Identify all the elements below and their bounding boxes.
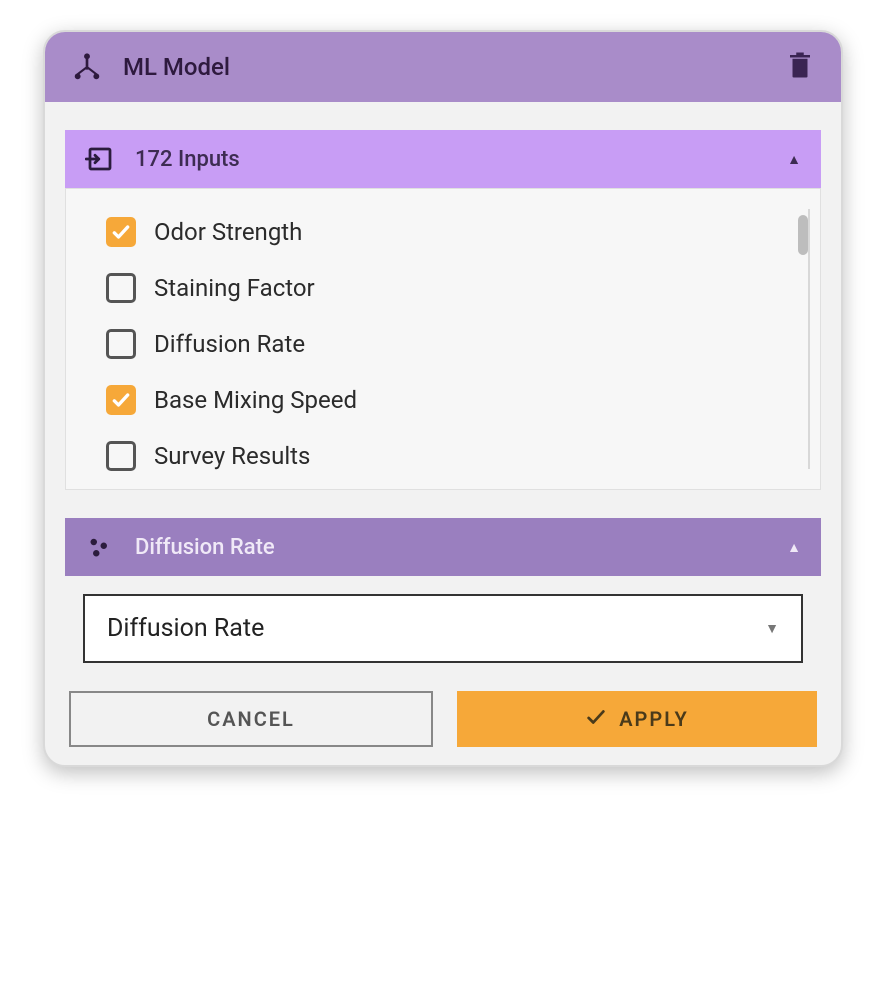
scrollbar-track: [808, 209, 810, 469]
input-label: Survey Results: [154, 442, 310, 470]
check-icon: [585, 706, 607, 733]
input-row: Base Mixing Speed: [106, 385, 768, 415]
output-select[interactable]: Diffusion Rate ▼: [83, 594, 803, 663]
output-select-value: Diffusion Rate: [107, 614, 765, 643]
input-checkbox[interactable]: [106, 441, 136, 471]
cancel-label: CANCEL: [207, 707, 295, 731]
inputs-section-label: 172 Inputs: [135, 147, 787, 172]
ml-model-panel: ML Model 172 Inputs ▲ Odor Strength Stain…: [43, 30, 843, 767]
cancel-button[interactable]: CANCEL: [69, 691, 433, 747]
input-label: Staining Factor: [154, 274, 315, 302]
panel-title: ML Model: [123, 53, 785, 81]
inputs-list-container: Odor Strength Staining Factor Diffusion Ra…: [65, 188, 821, 490]
collapse-icon: ▲: [787, 539, 801, 556]
model-icon: [71, 51, 103, 83]
panel-header: ML Model: [45, 32, 841, 102]
output-section: Diffusion Rate ▲ Diffusion Rate ▼: [65, 518, 821, 663]
input-checkbox[interactable]: [106, 273, 136, 303]
output-section-label: Diffusion Rate: [135, 535, 787, 560]
input-row: Odor Strength: [106, 217, 768, 247]
delete-icon[interactable]: [785, 50, 815, 84]
scrollbar-thumb[interactable]: [798, 215, 808, 255]
input-icon: [85, 144, 115, 174]
input-checkbox[interactable]: [106, 217, 136, 247]
input-label: Base Mixing Speed: [154, 386, 357, 414]
inputs-section: 172 Inputs ▲ Odor Strength Staining Facto…: [65, 130, 821, 490]
chevron-down-icon: ▼: [765, 620, 779, 637]
panel-body: 172 Inputs ▲ Odor Strength Staining Facto…: [45, 102, 841, 765]
output-section-header[interactable]: Diffusion Rate ▲: [65, 518, 821, 576]
input-checkbox[interactable]: [106, 385, 136, 415]
action-buttons: CANCEL APPLY: [65, 691, 821, 747]
collapse-icon: ▲: [787, 151, 801, 168]
apply-label: APPLY: [619, 707, 689, 731]
input-row: Survey Results: [106, 441, 768, 471]
input-label: Odor Strength: [154, 218, 302, 246]
scatter-icon: [85, 532, 115, 562]
input-row: Diffusion Rate: [106, 329, 768, 359]
input-row: Staining Factor: [106, 273, 768, 303]
inputs-section-header[interactable]: 172 Inputs ▲: [65, 130, 821, 188]
input-label: Diffusion Rate: [154, 330, 305, 358]
input-checkbox[interactable]: [106, 329, 136, 359]
apply-button[interactable]: APPLY: [457, 691, 817, 747]
